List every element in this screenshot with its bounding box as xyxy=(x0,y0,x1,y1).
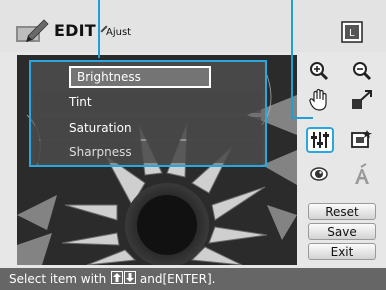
svg-text:L: L xyxy=(349,28,355,39)
resize-icon[interactable] xyxy=(349,88,375,112)
save-button[interactable]: Save xyxy=(308,223,376,240)
arrow-down-key-icon xyxy=(123,271,136,284)
adjust-sliders-icon[interactable] xyxy=(306,127,334,153)
arrow-up-key-icon xyxy=(110,271,123,284)
callout-line xyxy=(291,0,293,118)
header: EDIT Ajust L xyxy=(0,0,386,52)
status-prefix: Select item with xyxy=(9,272,107,286)
red-eye-icon[interactable] xyxy=(306,162,332,186)
page-subtitle: Ajust xyxy=(106,27,132,38)
callout-line xyxy=(98,0,100,58)
menu-item-tint[interactable]: Tint xyxy=(35,91,261,113)
page-title: EDIT xyxy=(54,21,96,40)
callout-line xyxy=(291,117,313,119)
layout-icon[interactable]: L xyxy=(340,21,364,43)
frame-icon[interactable] xyxy=(349,127,375,151)
zoom-out-icon[interactable] xyxy=(349,59,375,83)
status-enter-key: [ENTER] xyxy=(162,272,212,286)
edit-screen: EDIT Ajust L Brightness Tint Saturation … xyxy=(0,0,386,290)
menu-item-saturation[interactable]: Saturation xyxy=(35,117,261,139)
zoom-in-icon[interactable] xyxy=(306,59,332,83)
adjust-menu: Brightness Tint Saturation Sharpness xyxy=(29,60,267,167)
reset-button[interactable]: Reset xyxy=(308,203,376,220)
hand-pan-icon[interactable] xyxy=(306,88,332,112)
edit-pencil-icon xyxy=(14,18,50,44)
menu-item-brightness[interactable]: Brightness xyxy=(69,66,211,88)
status-and: and xyxy=(139,272,163,286)
status-suffix: . xyxy=(211,272,216,286)
menu-item-sharpness[interactable]: Sharpness xyxy=(35,141,261,163)
status-bar: Select item with and[ENTER]. xyxy=(0,268,386,290)
exit-button[interactable]: Exit xyxy=(308,243,376,260)
sepia-icon[interactable] xyxy=(349,162,375,186)
